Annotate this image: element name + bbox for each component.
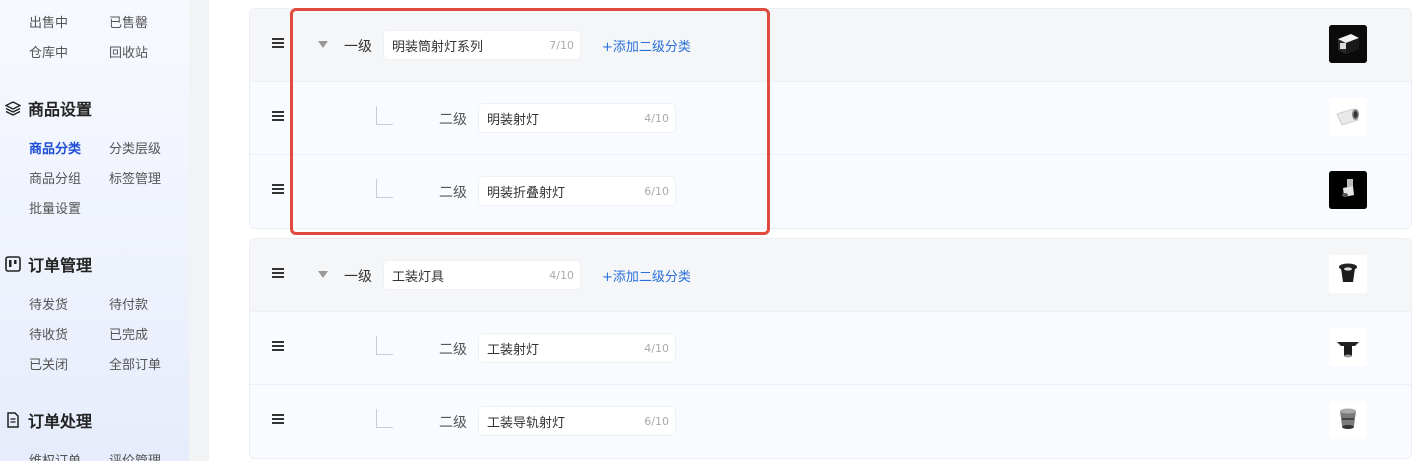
sidebar-link-closed[interactable]: 已关闭 bbox=[29, 354, 68, 373]
char-count: 7/10 bbox=[549, 38, 574, 52]
category-thumbnail[interactable] bbox=[1329, 328, 1367, 366]
category-name-input[interactable]: 工装灯具 4/10 bbox=[383, 260, 581, 290]
tree-branch-icon bbox=[376, 106, 393, 125]
sidebar-link-sold-out[interactable]: 已售罄 bbox=[109, 12, 148, 31]
tree-branch-icon bbox=[376, 336, 393, 355]
char-count: 6/10 bbox=[644, 184, 669, 198]
category-name-input[interactable]: 工装射灯 4/10 bbox=[478, 333, 676, 363]
category-thumbnail[interactable] bbox=[1329, 98, 1367, 136]
category-group: 一级 工装灯具 4/10 +添加二级分类 二级 工装射灯 4/10 二级 工装导… bbox=[249, 238, 1412, 459]
sidebar-link-reviews[interactable]: 评价管理 bbox=[109, 450, 161, 461]
drag-handle-icon[interactable] bbox=[272, 184, 284, 196]
category-name-input[interactable]: 工装导轨射灯 6/10 bbox=[478, 406, 676, 436]
sidebar-link-rights-orders[interactable]: 维权订单 bbox=[29, 450, 81, 461]
category-name-value: 明装射灯 bbox=[487, 112, 540, 128]
category-name-input[interactable]: 明装射灯 4/10 bbox=[478, 103, 676, 133]
collapse-caret-icon[interactable] bbox=[318, 41, 328, 48]
level-label: 二级 bbox=[439, 415, 467, 431]
tree-branch-icon bbox=[376, 179, 393, 198]
sidebar-link-product-group[interactable]: 商品分组 bbox=[29, 168, 81, 187]
category-thumbnail[interactable] bbox=[1329, 255, 1367, 293]
category-name-value: 工装射灯 bbox=[487, 342, 540, 358]
category-group: 一级 明装筒射灯系列 7/10 +添加二级分类 二级 明装射灯 4/10 二级 … bbox=[249, 8, 1412, 229]
section-title: 商品设置 bbox=[28, 100, 93, 119]
category-name-value: 明装筒射灯系列 bbox=[392, 39, 484, 55]
drag-handle-icon[interactable] bbox=[272, 38, 284, 50]
collapse-caret-icon[interactable] bbox=[318, 271, 328, 278]
char-count: 4/10 bbox=[644, 341, 669, 355]
layers-icon bbox=[4, 99, 22, 117]
char-count: 4/10 bbox=[644, 111, 669, 125]
document-icon bbox=[4, 411, 22, 429]
drag-handle-icon[interactable] bbox=[272, 268, 284, 280]
sidebar: 出售中 已售罄 仓库中 回收站 商品设置 商品分类 分类层级 商品分组 标签管理… bbox=[0, 0, 189, 461]
category-name-input[interactable]: 明装筒射灯系列 7/10 bbox=[383, 30, 581, 60]
category-thumbnail[interactable] bbox=[1329, 25, 1367, 63]
tree-branch-icon bbox=[376, 409, 393, 428]
drag-handle-icon[interactable] bbox=[272, 111, 284, 123]
sidebar-link-warehouse[interactable]: 仓库中 bbox=[29, 42, 68, 61]
sidebar-link-to-ship[interactable]: 待发货 bbox=[29, 294, 68, 313]
category-name-value: 工装灯具 bbox=[392, 269, 445, 285]
category-name-value: 工装导轨射灯 bbox=[487, 415, 566, 431]
category-thumbnail[interactable] bbox=[1329, 401, 1367, 439]
sidebar-link-to-pay[interactable]: 待付款 bbox=[109, 294, 148, 313]
section-title: 订单处理 bbox=[28, 412, 93, 431]
category-name-input[interactable]: 明装折叠射灯 6/10 bbox=[478, 176, 676, 206]
sidebar-link-category-level[interactable]: 分类层级 bbox=[109, 138, 161, 157]
section-title: 订单管理 bbox=[28, 256, 93, 275]
sidebar-section-product-settings: 商品设置 bbox=[4, 96, 92, 120]
char-count: 6/10 bbox=[644, 414, 669, 428]
category-thumbnail[interactable] bbox=[1329, 171, 1367, 209]
category-name-value: 明装折叠射灯 bbox=[487, 185, 566, 201]
category-row-level1: 一级 工装灯具 4/10 +添加二级分类 bbox=[250, 239, 1411, 312]
add-subcategory-link[interactable]: +添加二级分类 bbox=[602, 266, 691, 285]
drag-handle-icon[interactable] bbox=[272, 414, 284, 426]
level-label: 二级 bbox=[439, 342, 467, 358]
category-row-level1: 一级 明装筒射灯系列 7/10 +添加二级分类 bbox=[250, 9, 1411, 82]
sidebar-link-batch-settings[interactable]: 批量设置 bbox=[29, 198, 81, 217]
level-label: 一级 bbox=[344, 39, 372, 55]
sidebar-link-product-category[interactable]: 商品分类 bbox=[29, 138, 81, 157]
category-row-level2: 二级 明装折叠射灯 6/10 bbox=[250, 155, 1411, 228]
sidebar-link-on-sale[interactable]: 出售中 bbox=[29, 12, 68, 31]
level-label: 二级 bbox=[439, 112, 467, 128]
char-count: 4/10 bbox=[549, 268, 574, 282]
sidebar-link-completed[interactable]: 已完成 bbox=[109, 324, 148, 343]
category-row-level2: 二级 工装射灯 4/10 bbox=[250, 312, 1411, 385]
level-label: 二级 bbox=[439, 185, 467, 201]
sidebar-section-order-processing: 订单处理 bbox=[4, 408, 92, 432]
sidebar-link-tag-management[interactable]: 标签管理 bbox=[109, 168, 161, 187]
sidebar-link-recycle-bin[interactable]: 回收站 bbox=[109, 42, 148, 61]
drag-handle-icon[interactable] bbox=[272, 341, 284, 353]
category-row-level2: 二级 工装导轨射灯 6/10 bbox=[250, 385, 1411, 458]
category-row-level2: 二级 明装射灯 4/10 bbox=[250, 82, 1411, 155]
board-icon bbox=[4, 255, 22, 273]
sidebar-link-to-receive[interactable]: 待收货 bbox=[29, 324, 68, 343]
sidebar-link-all-orders[interactable]: 全部订单 bbox=[109, 354, 161, 373]
sidebar-section-order-management: 订单管理 bbox=[4, 252, 92, 276]
level-label: 一级 bbox=[344, 269, 372, 285]
add-subcategory-link[interactable]: +添加二级分类 bbox=[602, 36, 691, 55]
